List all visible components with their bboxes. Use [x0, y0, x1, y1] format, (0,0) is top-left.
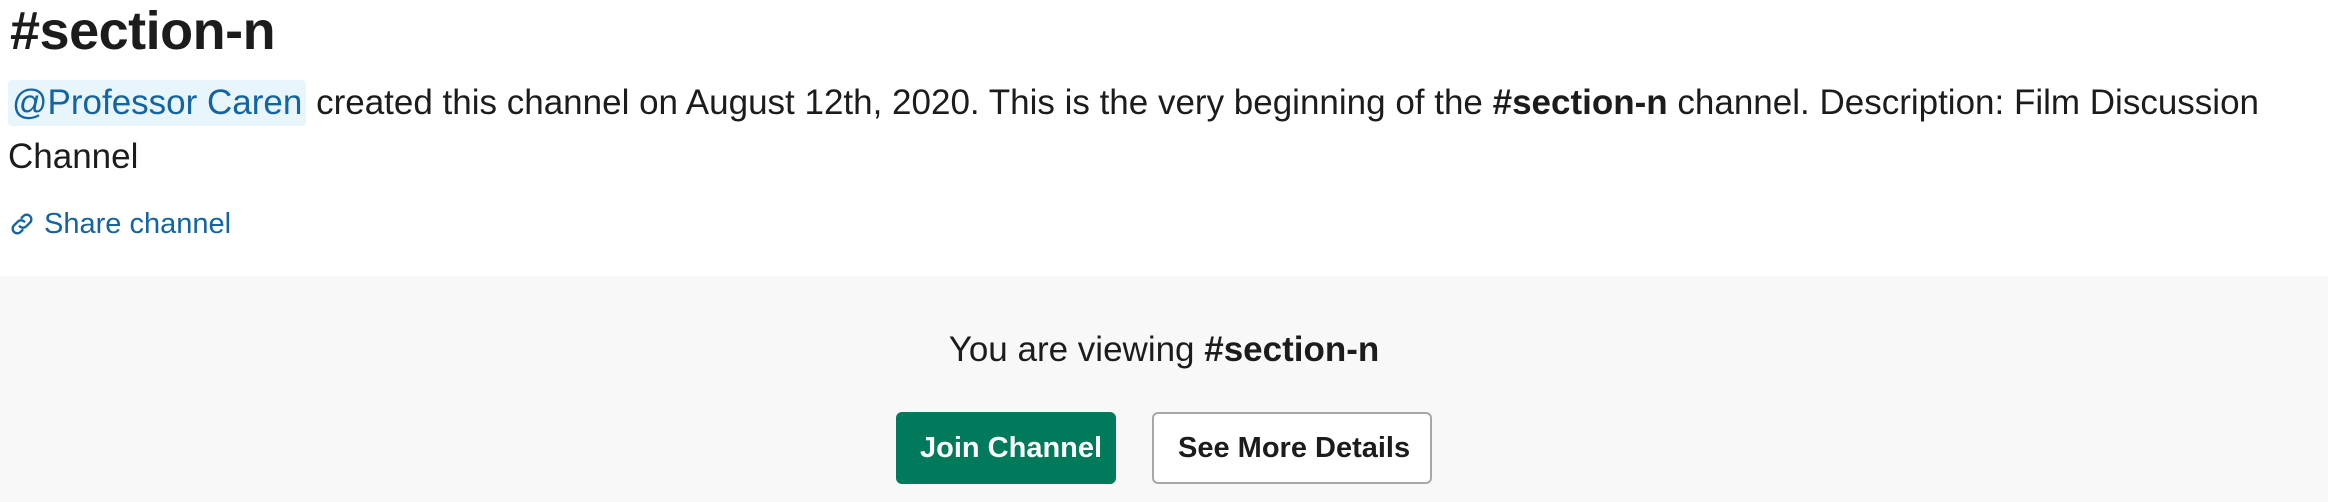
channel-intro: #section-n @Professor Caren created this…: [0, 0, 2328, 276]
link-icon: [8, 210, 36, 238]
channel-description: @Professor Caren created this channel on…: [8, 76, 2308, 184]
join-channel-button[interactable]: Join Channel: [896, 412, 1116, 484]
creator-mention[interactable]: @Professor Caren: [8, 80, 307, 126]
join-actions: Join Channel See More Details: [0, 412, 2328, 484]
channel-name-bold: #section-n: [1492, 83, 1668, 122]
viewing-notice: You are viewing #section-n: [0, 326, 2328, 374]
share-channel-label: Share channel: [44, 207, 232, 240]
share-channel-link[interactable]: Share channel: [8, 204, 231, 244]
viewing-channel: #section-n: [1204, 330, 1380, 369]
join-panel: You are viewing #section-n Join Channel …: [0, 276, 2328, 502]
see-more-details-button[interactable]: See More Details: [1152, 412, 1432, 484]
created-text: created this channel on August 12th, 202…: [306, 83, 1493, 122]
viewing-prefix: You are viewing: [948, 330, 1205, 369]
channel-title: #section-n: [10, 1, 276, 61]
